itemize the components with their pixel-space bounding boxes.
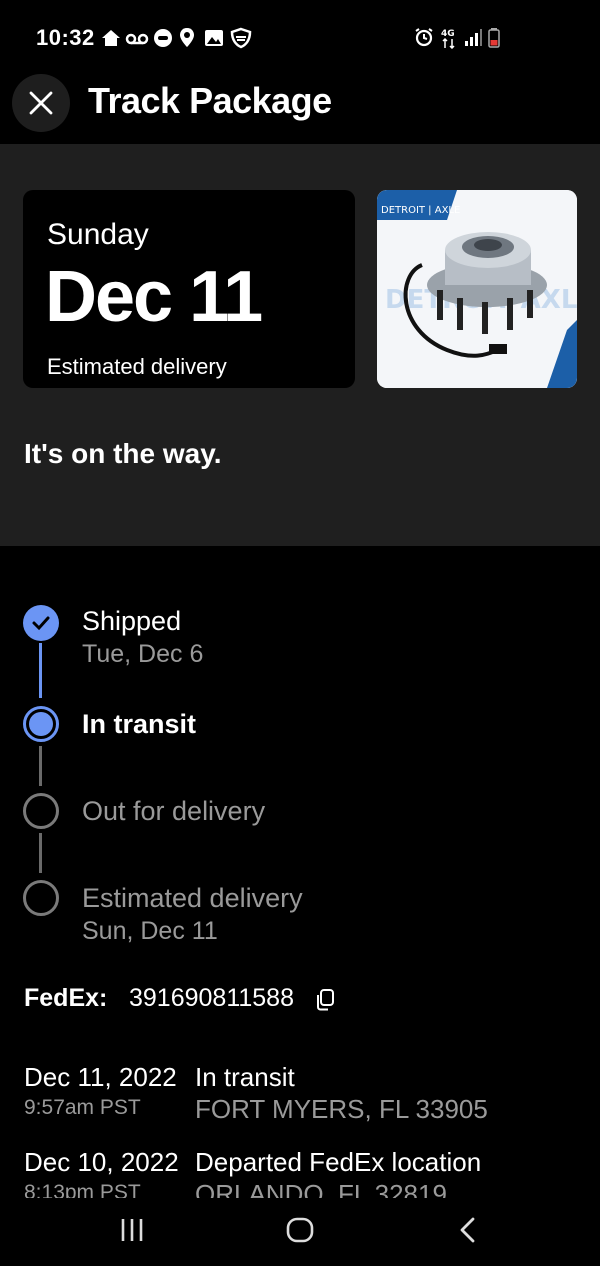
event-time: 8:13pm PST bbox=[24, 1181, 141, 1198]
status-bar: 10:32 4G bbox=[0, 0, 600, 70]
recent-apps-icon[interactable] bbox=[118, 1216, 146, 1244]
event-status: In transit bbox=[195, 1062, 295, 1092]
step-shipped-date: Tue, Dec 6 bbox=[82, 640, 204, 668]
step-shipped-check-icon bbox=[23, 605, 59, 641]
event-status: Departed FedEx location bbox=[195, 1147, 482, 1177]
shield-icon bbox=[230, 27, 252, 49]
tracking-events-list[interactable]: Dec 11, 2022 9:57am PST In transit FORT … bbox=[0, 1050, 600, 1198]
event-time: 9:57am PST bbox=[24, 1096, 141, 1119]
estimated-delivery-label: Estimated delivery bbox=[47, 354, 227, 379]
step-estimated-delivery-dot-icon bbox=[23, 880, 59, 916]
svg-text:4G: 4G bbox=[441, 29, 455, 39]
step-estimated-delivery-label: Estimated delivery bbox=[82, 883, 303, 913]
signal-icon bbox=[465, 29, 482, 46]
page-title: Track Package bbox=[88, 80, 332, 121]
copy-icon[interactable] bbox=[314, 988, 336, 1012]
gallery-icon bbox=[205, 30, 223, 46]
delivery-date: Dec 11 bbox=[45, 257, 263, 337]
timeline-connector bbox=[39, 746, 42, 786]
event-location: ORLANDO, FL 32819 bbox=[195, 1179, 447, 1198]
delivery-summary: Sunday Dec 11 Estimated delivery DETROIT… bbox=[0, 144, 600, 546]
header: Track Package bbox=[0, 70, 600, 144]
step-in-transit-label: In transit bbox=[82, 709, 197, 739]
carrier-name: FedEx: bbox=[24, 984, 108, 1012]
game-icon bbox=[154, 29, 172, 47]
4g-data-icon: 4G bbox=[441, 29, 455, 49]
location-icon bbox=[180, 28, 194, 47]
brand-logo-text: DETROIT | AXLE bbox=[381, 205, 460, 216]
close-icon bbox=[29, 91, 53, 115]
event-date: Dec 11, 2022 bbox=[24, 1062, 177, 1092]
step-estimated-delivery-date: Sun, Dec 11 bbox=[82, 917, 218, 945]
event-location: FORT MYERS, FL 33905 bbox=[195, 1094, 488, 1124]
battery-low-icon bbox=[488, 28, 500, 48]
status-time: 10:32 bbox=[36, 25, 95, 50]
system-nav-bar bbox=[0, 1198, 600, 1266]
close-button[interactable] bbox=[12, 74, 70, 132]
voicemail-icon bbox=[125, 33, 149, 45]
home-button-icon[interactable] bbox=[285, 1216, 315, 1244]
step-in-transit-dot-icon bbox=[23, 706, 59, 742]
event-date: Dec 10, 2022 bbox=[24, 1147, 179, 1177]
step-shipped-label: Shipped bbox=[82, 606, 182, 636]
back-icon[interactable] bbox=[456, 1216, 480, 1244]
step-out-for-delivery-dot-icon bbox=[23, 793, 59, 829]
delivery-day: Sunday bbox=[47, 218, 149, 251]
tracking-number[interactable]: 391690811588 bbox=[129, 984, 294, 1013]
timeline-connector bbox=[39, 643, 42, 698]
product-image[interactable]: DETROIT | AXLE DETROIT AXLE bbox=[377, 190, 577, 388]
shipment-status-message: It's on the way. bbox=[24, 438, 222, 469]
home-icon bbox=[102, 30, 120, 46]
step-out-for-delivery-label: Out for delivery bbox=[82, 796, 266, 826]
alarm-icon bbox=[415, 28, 433, 47]
carrier-info: FedEx: 391690811588 bbox=[24, 984, 334, 1013]
delivery-date-card: Sunday Dec 11 Estimated delivery bbox=[23, 190, 355, 388]
timeline-connector bbox=[39, 833, 42, 873]
